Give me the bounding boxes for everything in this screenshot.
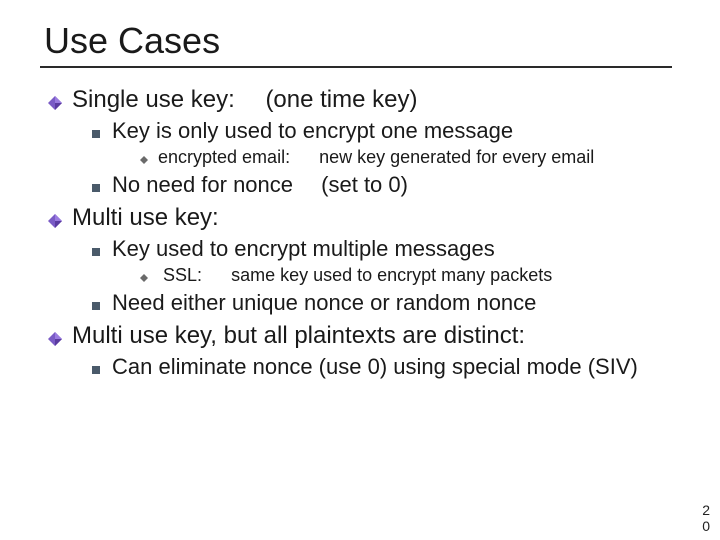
bullet-multi-use-distinct: Multi use key, but all plaintexts are di… xyxy=(48,322,676,350)
page-number: 2 0 xyxy=(702,503,710,534)
bullet-text: Single use key: (one time key) xyxy=(72,86,418,114)
bullet-text: Key is only used to encrypt one message xyxy=(112,118,513,144)
diamond-icon xyxy=(48,96,62,110)
bullet-multi-use-key: Multi use key: xyxy=(48,204,676,232)
bullet-text: SSL: same key used to encrypt many packe… xyxy=(158,265,552,286)
bullet-text: Multi use key, but all plaintexts are di… xyxy=(72,322,525,350)
detail-b: new key generated for every email xyxy=(319,147,594,167)
bullet-text: Multi use key: xyxy=(72,204,219,232)
slide: Use Cases Single use key: (one time key)… xyxy=(0,0,720,540)
square-icon xyxy=(92,184,100,192)
heading-a: Single use key: xyxy=(72,86,235,113)
bullet-text: Can eliminate nonce (use 0) using specia… xyxy=(112,354,638,380)
detail-a: SSL: xyxy=(163,265,202,285)
bullet-text: Key used to encrypt multiple messages xyxy=(112,236,495,262)
sub-bullet: Need either unique nonce or random nonce xyxy=(92,290,676,316)
slide-content: Single use key: (one time key) Key is on… xyxy=(48,86,676,380)
detail-a: encrypted email: xyxy=(158,147,290,167)
title-rule xyxy=(40,66,672,68)
subsub-bullet: SSL: same key used to encrypt many packe… xyxy=(140,265,676,286)
square-icon xyxy=(92,130,100,138)
page-a: 2 xyxy=(702,503,710,518)
detail-b: same key used to encrypt many packets xyxy=(231,265,552,285)
small-diamond-icon xyxy=(140,156,148,164)
diamond-icon xyxy=(48,332,62,346)
diamond-icon xyxy=(48,214,62,228)
bullet-text: Need either unique nonce or random nonce xyxy=(112,290,536,316)
heading-note: (one time key) xyxy=(265,86,417,113)
sub-bullet: Can eliminate nonce (use 0) using specia… xyxy=(92,354,676,380)
sub-bullet: Key is only used to encrypt one message xyxy=(92,118,676,144)
bullet-text: encrypted email: new key generated for e… xyxy=(158,147,594,168)
square-icon xyxy=(92,248,100,256)
line-note: (set to 0) xyxy=(321,172,408,197)
square-icon xyxy=(92,302,100,310)
slide-title: Use Cases xyxy=(44,20,676,62)
page-b: 0 xyxy=(702,519,710,534)
sub-bullet: Key used to encrypt multiple messages xyxy=(92,236,676,262)
small-diamond-icon xyxy=(140,274,148,282)
subsub-bullet: encrypted email: new key generated for e… xyxy=(140,147,676,168)
square-icon xyxy=(92,366,100,374)
sub-bullet: No need for nonce (set to 0) xyxy=(92,172,676,198)
bullet-single-use-key: Single use key: (one time key) xyxy=(48,86,676,114)
bullet-text: No need for nonce (set to 0) xyxy=(112,172,408,198)
line-a: No need for nonce xyxy=(112,172,293,197)
